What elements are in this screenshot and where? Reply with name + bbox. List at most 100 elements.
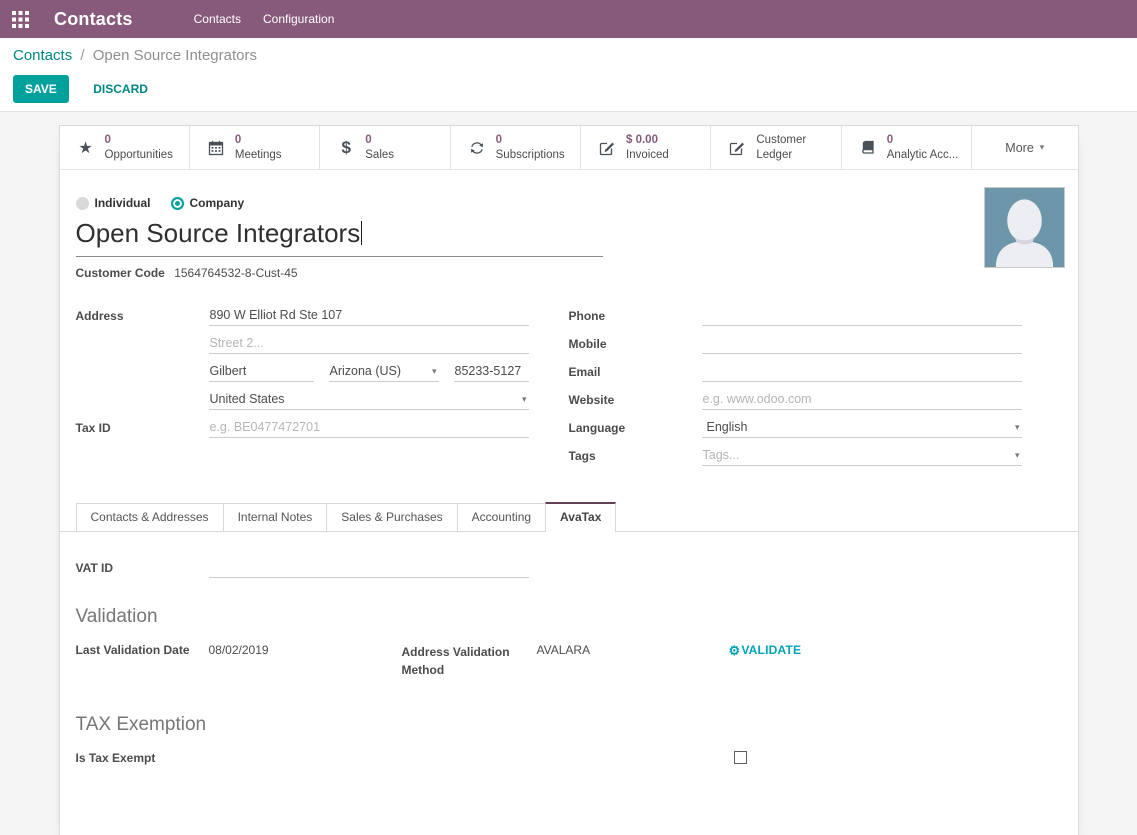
chevron-down-icon: ▾: [1015, 422, 1020, 433]
customer-ledger-label: Customer Ledger: [756, 133, 806, 163]
form-view: ★ 0 Opportunities: [0, 112, 1137, 835]
breadcrumb-separator: /: [80, 47, 84, 64]
save-button[interactable]: SAVE: [13, 75, 69, 103]
chevron-down-icon: ▾: [522, 394, 527, 405]
tags-select[interactable]: Tags... ▾: [702, 444, 1022, 466]
company-radio[interactable]: Company: [171, 196, 245, 210]
website-label: Website: [569, 388, 702, 407]
breadcrumb-current: Open Source Integrators: [93, 47, 257, 64]
subscriptions-label: Subscriptions: [496, 148, 565, 163]
menu-contacts[interactable]: Contacts: [183, 0, 252, 38]
address-validation-method-label: Address Validation Method: [402, 643, 537, 679]
tab-accounting[interactable]: Accounting: [457, 503, 546, 531]
text-cursor: [361, 221, 362, 245]
email-label: Email: [569, 360, 702, 379]
edit-icon: [727, 140, 747, 156]
invoiced-amount: $ 0.00: [626, 133, 669, 148]
subscriptions-button[interactable]: 0 Subscriptions: [451, 126, 581, 169]
validation-section-title: Validation: [76, 606, 1062, 628]
fields-grid: Address Arizona (US) ▾: [76, 304, 1062, 472]
avatar-placeholder-image: [985, 188, 1064, 267]
meetings-count: 0: [235, 133, 282, 148]
more-button[interactable]: More ▾: [972, 126, 1077, 169]
language-label: Language: [569, 416, 702, 435]
notebook-tabs: Contacts & Addresses Internal Notes Sale…: [60, 502, 1078, 532]
analytic-accounts-count: 0: [887, 133, 959, 148]
customer-ledger-button[interactable]: Customer Ledger: [711, 126, 841, 169]
validate-button[interactable]: ⚙ VALIDATE: [729, 643, 802, 657]
individual-label: Individual: [95, 196, 151, 210]
gears-icon: ⚙: [729, 644, 741, 657]
chevron-down-icon: ▾: [432, 366, 437, 377]
tax-exempt-row: Is Tax Exempt: [76, 751, 1062, 771]
opportunities-count: 0: [105, 133, 173, 148]
individual-radio[interactable]: Individual: [76, 196, 151, 210]
tax-exemption-section-title: TAX Exemption: [76, 714, 1062, 736]
is-tax-exempt-label: Is Tax Exempt: [76, 751, 156, 765]
radio-selected-icon: [171, 197, 184, 210]
discard-button[interactable]: DISCARD: [81, 75, 160, 103]
tab-contacts-addresses[interactable]: Contacts & Addresses: [76, 503, 224, 531]
contact-avatar[interactable]: [984, 187, 1065, 268]
phone-input[interactable]: [702, 304, 1022, 326]
vat-id-label: VAT ID: [76, 556, 209, 575]
is-tax-exempt-checkbox[interactable]: [734, 751, 747, 764]
mobile-label: Mobile: [569, 332, 702, 351]
top-navbar: Contacts Contacts Configuration: [0, 0, 1137, 38]
contact-form-sheet: ★ 0 Opportunities: [59, 125, 1079, 835]
city-input[interactable]: [209, 360, 314, 382]
phone-label: Phone: [569, 304, 702, 323]
breadcrumb: Contacts / Open Source Integrators: [13, 47, 1137, 64]
apps-menu-icon[interactable]: [0, 0, 42, 38]
zip-input[interactable]: [454, 360, 529, 382]
invoiced-button[interactable]: $ 0.00 Invoiced: [581, 126, 711, 169]
website-input[interactable]: [702, 388, 1022, 410]
validate-label: VALIDATE: [741, 643, 801, 657]
sales-button[interactable]: $ 0 Sales: [320, 126, 450, 169]
email-input[interactable]: [702, 360, 1022, 382]
state-select[interactable]: Arizona (US) ▾: [329, 360, 439, 382]
edit-icon: [597, 140, 617, 156]
meetings-button[interactable]: 0 Meetings: [190, 126, 320, 169]
name-input[interactable]: Open Source Integrators: [76, 214, 603, 257]
meetings-label: Meetings: [235, 148, 282, 163]
left-column: Address Arizona (US) ▾: [76, 304, 569, 472]
radio-unselected-icon: [76, 197, 89, 210]
tab-avatax[interactable]: AvaTax: [545, 502, 616, 532]
language-select[interactable]: English ▾: [702, 416, 1022, 438]
analytic-accounts-label: Analytic Acc...: [887, 148, 959, 163]
sales-count: 0: [365, 133, 394, 148]
company-label: Company: [190, 196, 245, 210]
star-icon: ★: [76, 138, 96, 158]
chevron-down-icon: ▾: [1040, 142, 1045, 153]
chevron-down-icon: ▾: [1015, 450, 1020, 461]
vat-id-input[interactable]: [209, 556, 529, 578]
refresh-icon: [467, 140, 487, 156]
address-validation-method-value: AVALARA: [537, 643, 652, 657]
menu-configuration[interactable]: Configuration: [252, 0, 345, 38]
tab-internal-notes[interactable]: Internal Notes: [223, 503, 328, 531]
mobile-input[interactable]: [702, 332, 1022, 354]
tax-id-input[interactable]: [209, 416, 529, 438]
address-label: Address: [76, 304, 209, 323]
street-input[interactable]: [209, 304, 529, 326]
control-panel: Contacts / Open Source Integrators SAVE …: [0, 38, 1137, 112]
street2-input[interactable]: [209, 332, 529, 354]
right-column: Phone Mobile Email Website: [569, 304, 1062, 472]
company-type-selector: Individual Company: [76, 196, 1062, 210]
customer-code-label: Customer Code: [76, 266, 165, 280]
analytic-accounts-button[interactable]: 0 Analytic Acc...: [842, 126, 972, 169]
avatax-tab-content: VAT ID Validation Last Validation Date 0…: [60, 532, 1078, 835]
dollar-icon: $: [336, 138, 356, 158]
opportunities-button[interactable]: ★ 0 Opportunities: [60, 126, 190, 169]
calendar-icon: [206, 140, 226, 156]
country-select[interactable]: United States ▾: [209, 388, 529, 410]
tab-sales-purchases[interactable]: Sales & Purchases: [326, 503, 457, 531]
validation-row: Last Validation Date 08/02/2019 Address …: [76, 643, 1062, 679]
last-validation-date-label: Last Validation Date: [76, 643, 209, 657]
form-main: Individual Company Open Source Integrato…: [60, 170, 1078, 472]
breadcrumb-parent[interactable]: Contacts: [13, 47, 72, 64]
invoiced-label: Invoiced: [626, 148, 669, 163]
subscriptions-count: 0: [496, 133, 565, 148]
tax-id-label: Tax ID: [76, 416, 209, 435]
